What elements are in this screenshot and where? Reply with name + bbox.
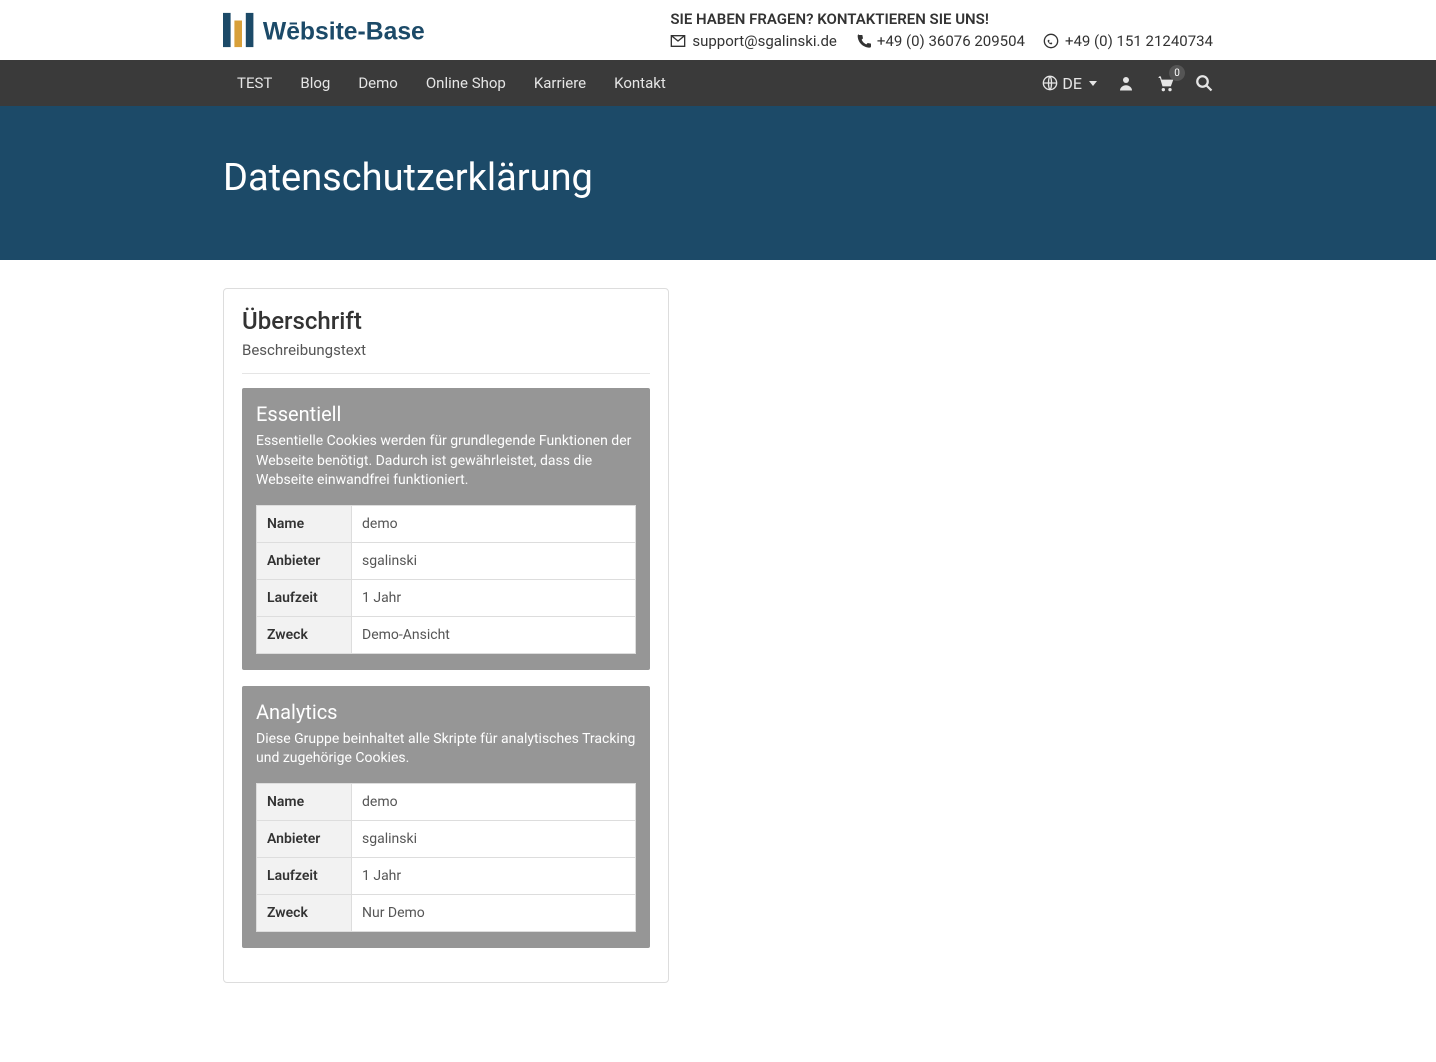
value-duration: 1 Jahr [352,857,636,894]
value-name: demo [352,783,636,820]
label-name: Name [257,505,352,542]
table-row: Name demo [257,783,636,820]
envelope-icon [670,33,686,49]
group-desc: Essentielle Cookies werden für grundlege… [256,432,636,491]
divider [242,373,650,374]
group-title: Analytics [256,700,636,724]
panel-title: Überschrift [242,307,650,335]
table-row: Zweck Nur Demo [257,894,636,931]
globe-icon [1042,75,1058,91]
page-title: Datenschutzerklärung [223,156,1213,200]
navbar: TEST Blog Demo Online Shop Karriere Kont… [0,60,1436,106]
privacy-panel: Überschrift Beschreibungstext Essentiell… [223,288,669,983]
nav-item-karriere[interactable]: Karriere [520,61,600,105]
whatsapp-link[interactable]: +49 (0) 151 21240734 [1043,32,1213,50]
contact-heading: SIE HABEN FRAGEN? KONTAKTIEREN SIE UNS! [670,10,1213,28]
table-row: Laufzeit 1 Jahr [257,579,636,616]
svg-text:Wēbsite-Base: Wēbsite-Base [263,19,425,46]
value-provider: sgalinski [352,820,636,857]
nav-item-demo[interactable]: Demo [344,61,412,105]
cookie-table: Name demo Anbieter sgalinski Laufzeit 1 … [256,505,636,654]
table-row: Name demo [257,505,636,542]
value-provider: sgalinski [352,542,636,579]
value-purpose: Nur Demo [352,894,636,931]
table-row: Anbieter sgalinski [257,542,636,579]
logo-link[interactable]: Wēbsite-Base [223,11,451,49]
main-content: Überschrift Beschreibungstext Essentiell… [0,260,1436,1043]
phone1-text: +49 (0) 36076 209504 [877,32,1025,50]
hero: Datenschutzerklärung [0,106,1436,260]
group-title: Essentiell [256,402,636,426]
label-purpose: Zweck [257,616,352,653]
language-switcher[interactable]: DE [1042,74,1097,93]
cookie-group-analytics: Analytics Diese Gruppe beinhaltet alle S… [242,686,650,948]
cart-icon[interactable]: 0 [1155,73,1175,93]
email-text: support@sgalinski.de [692,32,837,50]
table-row: Zweck Demo-Ansicht [257,616,636,653]
whatsapp-icon [1043,33,1059,49]
label-provider: Anbieter [257,542,352,579]
nav-item-kontakt[interactable]: Kontakt [600,61,680,105]
label-provider: Anbieter [257,820,352,857]
nav-tools: DE 0 [1042,73,1213,93]
topbar: Wēbsite-Base SIE HABEN FRAGEN? KONTAKTIE… [0,0,1436,60]
label-duration: Laufzeit [257,579,352,616]
cart-badge: 0 [1169,65,1185,81]
cookie-group-essential: Essentiell Essentielle Cookies werden fü… [242,388,650,670]
value-name: demo [352,505,636,542]
contact-block: SIE HABEN FRAGEN? KONTAKTIEREN SIE UNS! … [670,10,1213,50]
nav-links: TEST Blog Demo Online Shop Karriere Kont… [223,61,680,105]
table-row: Anbieter sgalinski [257,820,636,857]
nav-item-blog[interactable]: Blog [286,61,344,105]
user-icon[interactable] [1117,74,1135,92]
phone-link[interactable]: +49 (0) 36076 209504 [855,32,1025,50]
group-desc: Diese Gruppe beinhaltet alle Skripte für… [256,730,636,769]
search-icon[interactable] [1195,74,1213,92]
phone2-text: +49 (0) 151 21240734 [1065,32,1213,50]
label-name: Name [257,783,352,820]
cookie-table: Name demo Anbieter sgalinski Laufzeit 1 … [256,783,636,932]
value-duration: 1 Jahr [352,579,636,616]
table-row: Laufzeit 1 Jahr [257,857,636,894]
phone-icon [855,33,871,49]
caret-down-icon [1089,81,1097,86]
lang-label: DE [1062,74,1082,93]
value-purpose: Demo-Ansicht [352,616,636,653]
label-purpose: Zweck [257,894,352,931]
logo-icon: Wēbsite-Base [223,11,451,49]
nav-item-test[interactable]: TEST [223,61,286,105]
nav-item-shop[interactable]: Online Shop [412,61,520,105]
panel-desc: Beschreibungstext [242,341,650,359]
label-duration: Laufzeit [257,857,352,894]
email-link[interactable]: support@sgalinski.de [670,32,837,50]
